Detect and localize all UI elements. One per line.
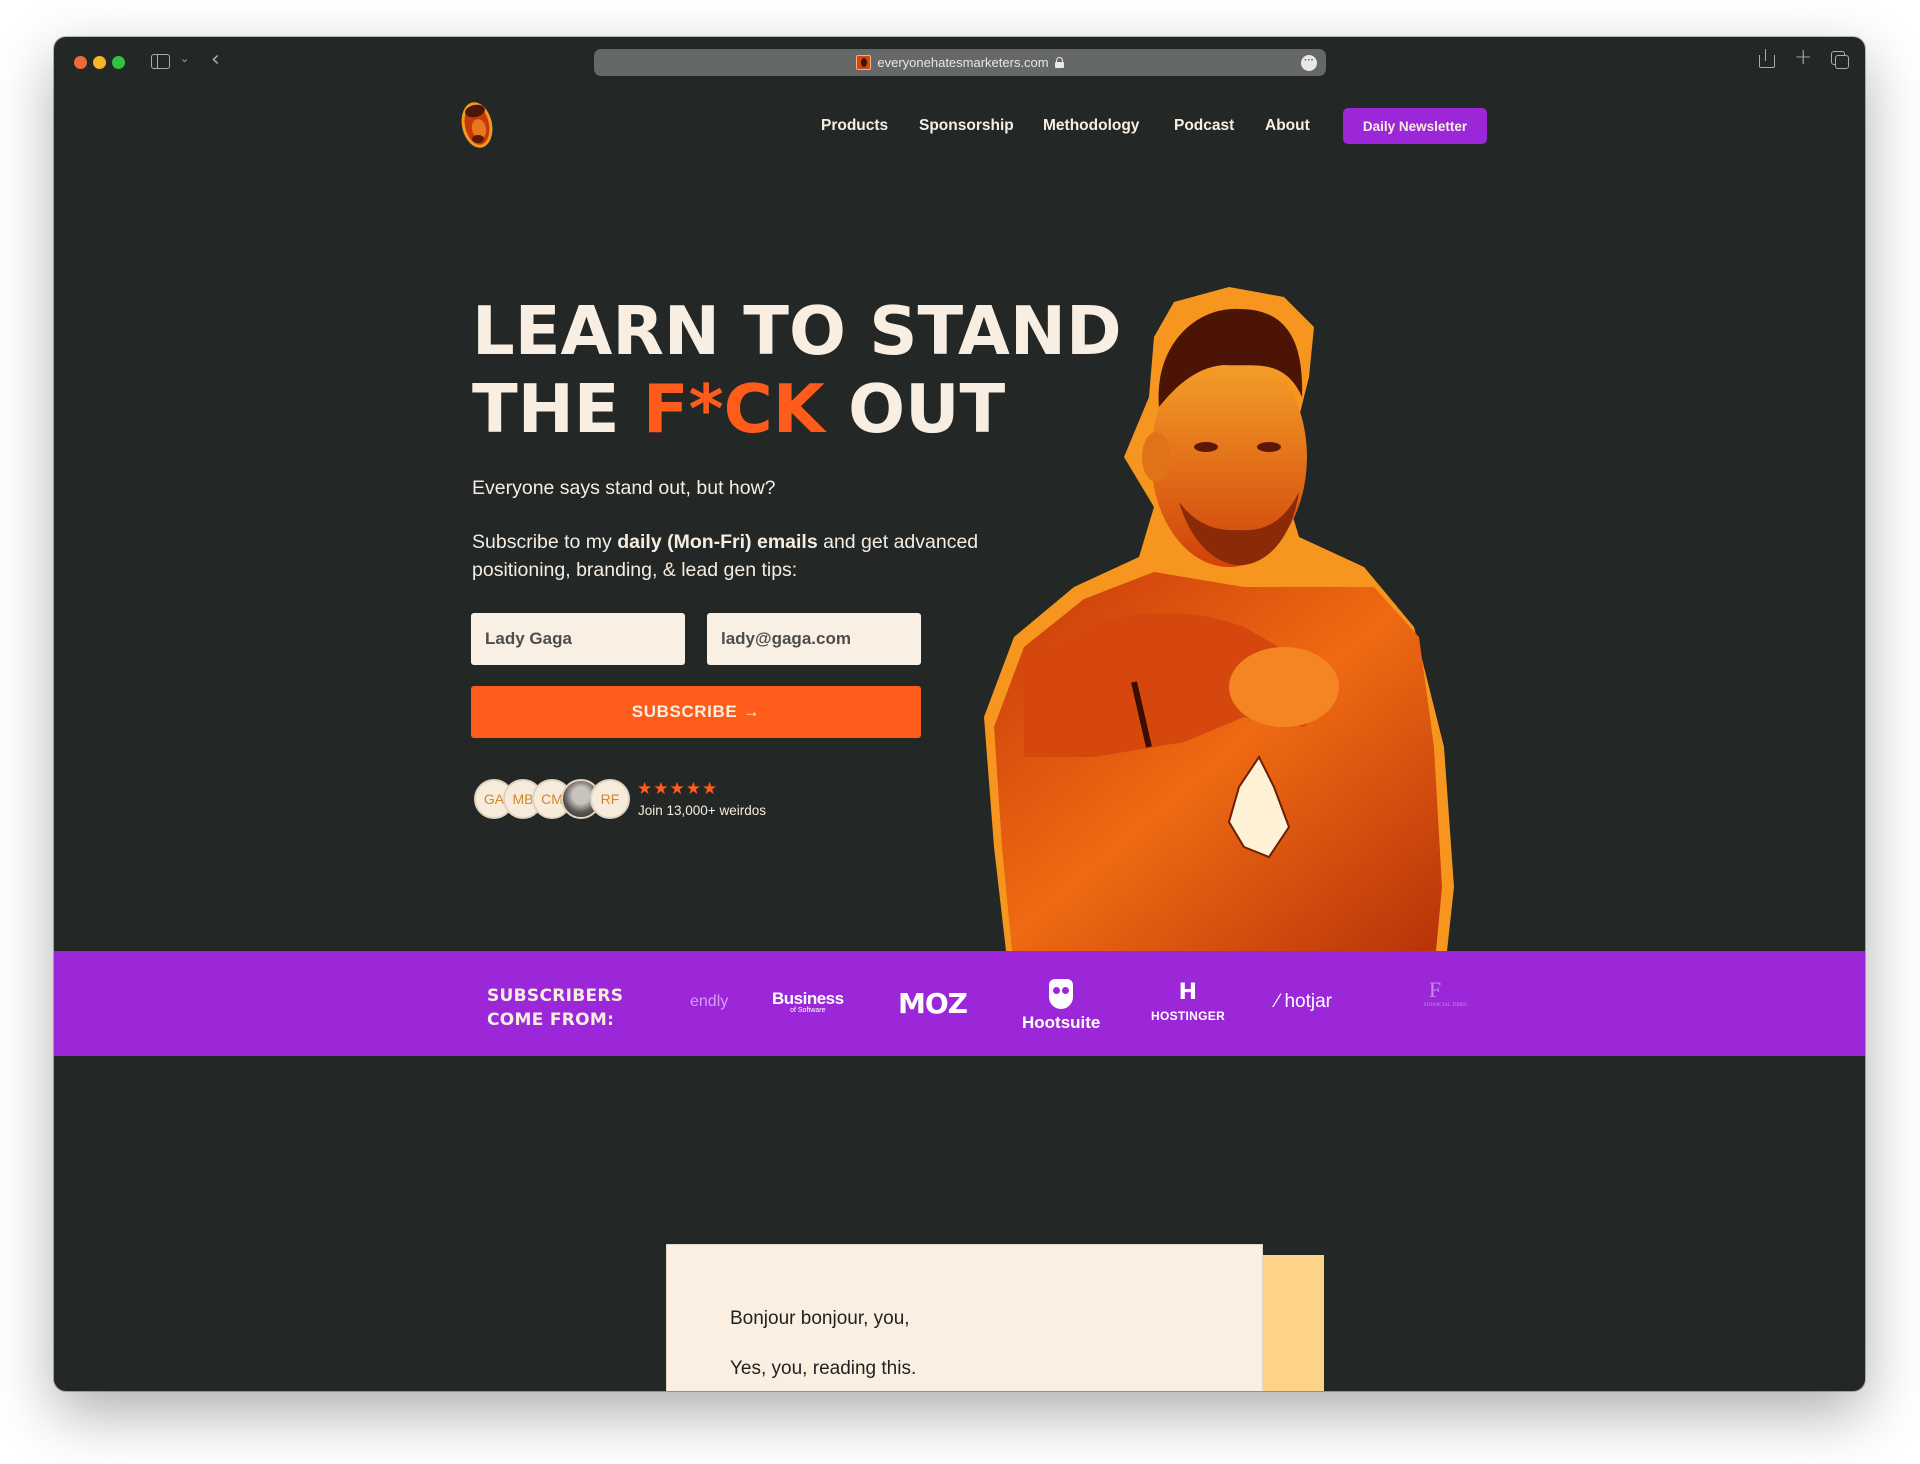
address-bar[interactable]: everyonehatesmarketers.com ··· — [594, 49, 1326, 76]
bos-subtext: of Software — [790, 1007, 826, 1014]
name-input[interactable] — [471, 613, 685, 665]
subscribers-label-line1: SUBSCRIBERS — [487, 986, 624, 1006]
owl-icon — [1049, 979, 1074, 1009]
subscribe-button[interactable]: SUBSCRIBE → — [471, 686, 921, 738]
site-favicon-icon — [856, 55, 872, 70]
email-input[interactable] — [707, 613, 921, 665]
hero-description: Subscribe to my daily (Mon-Fri) emails a… — [472, 528, 1032, 584]
join-count-text: Join 13,000+ weirdos — [638, 803, 766, 818]
nav-methodology[interactable]: Methodology — [1043, 117, 1139, 135]
subscribers-label-line2: COME FROM: — [487, 1010, 615, 1030]
lock-icon — [1054, 57, 1064, 68]
hero-title-line2-post: OUT — [824, 370, 1006, 448]
desc-bold: daily (Mon-Fri) emails — [617, 531, 818, 553]
nav-sponsorship[interactable]: Sponsorship — [919, 117, 1014, 135]
ft-mark: F — [1428, 977, 1442, 1002]
hootsuite-logo: Hootsuite — [1022, 979, 1100, 1033]
sidebar-toggle-icon[interactable] — [151, 54, 170, 69]
nav-podcast[interactable]: Podcast — [1174, 117, 1234, 135]
business-of-software-logo: Business of Software — [772, 989, 844, 1014]
subscribers-band: SUBSCRIBERS COME FROM: endly Business of… — [54, 951, 1865, 1056]
tab-overview-icon[interactable] — [1831, 51, 1849, 69]
hootsuite-text: Hootsuite — [1022, 1013, 1101, 1032]
ft-subtext: FINANCIAL TIMES — [1424, 1003, 1467, 1008]
letter-line: Bonjour bonjour, you, — [730, 1308, 910, 1329]
back-icon[interactable]: ‹ — [211, 49, 220, 71]
chevron-down-icon[interactable]: ⌄ — [180, 53, 189, 64]
browser-toolbar: ⌄ ‹ everyonehatesmarketers.com ··· + — [54, 37, 1865, 89]
hero-title-accent: F*CK — [642, 370, 825, 448]
nav-about[interactable]: About — [1265, 117, 1310, 135]
hostinger-mark-icon: H — [1178, 980, 1198, 1005]
rating-stars-icon: ★★★★★ — [637, 779, 719, 799]
calendly-logo: endly — [690, 993, 729, 1010]
zoom-window-button[interactable] — [112, 56, 125, 69]
letter-line: Yes, you, reading this. — [730, 1358, 917, 1379]
desc-text: Subscribe to my — [472, 531, 618, 553]
minimize-window-button[interactable] — [93, 56, 106, 69]
moz-logo: MOZ — [898, 987, 968, 1020]
hostinger-logo: H HOSTINGER — [1151, 980, 1226, 1024]
hero-person-image — [984, 287, 1454, 951]
nav-products[interactable]: Products — [821, 117, 888, 135]
hero-subtitle: Everyone says stand out, but how? — [472, 477, 776, 499]
new-tab-icon[interactable]: + — [1794, 47, 1812, 69]
more-icon[interactable]: ··· — [1301, 55, 1317, 71]
url-text: everyonehatesmarketers.com — [877, 55, 1049, 70]
hostinger-text: HOSTINGER — [1151, 1009, 1226, 1023]
close-window-button[interactable] — [74, 56, 87, 69]
hotjar-logo: ⁄ hotjar — [1276, 991, 1332, 1012]
daily-newsletter-button[interactable]: Daily Newsletter — [1343, 108, 1487, 144]
subscribers-label: SUBSCRIBERS COME FROM: — [487, 984, 623, 1032]
financial-times-logo: F FINANCIAL TIMES — [1424, 977, 1467, 1029]
hero-title-line2-pre: THE — [472, 370, 643, 448]
letter-card: Bonjour bonjour, you, Yes, you, reading … — [666, 1244, 1263, 1391]
bos-text: Business — [772, 989, 844, 1008]
site-logo[interactable] — [460, 99, 494, 151]
avatar: RF — [590, 779, 630, 819]
browser-window: ⌄ ‹ everyonehatesmarketers.com ··· + Pro… — [54, 37, 1865, 1391]
share-icon[interactable] — [1759, 49, 1775, 68]
